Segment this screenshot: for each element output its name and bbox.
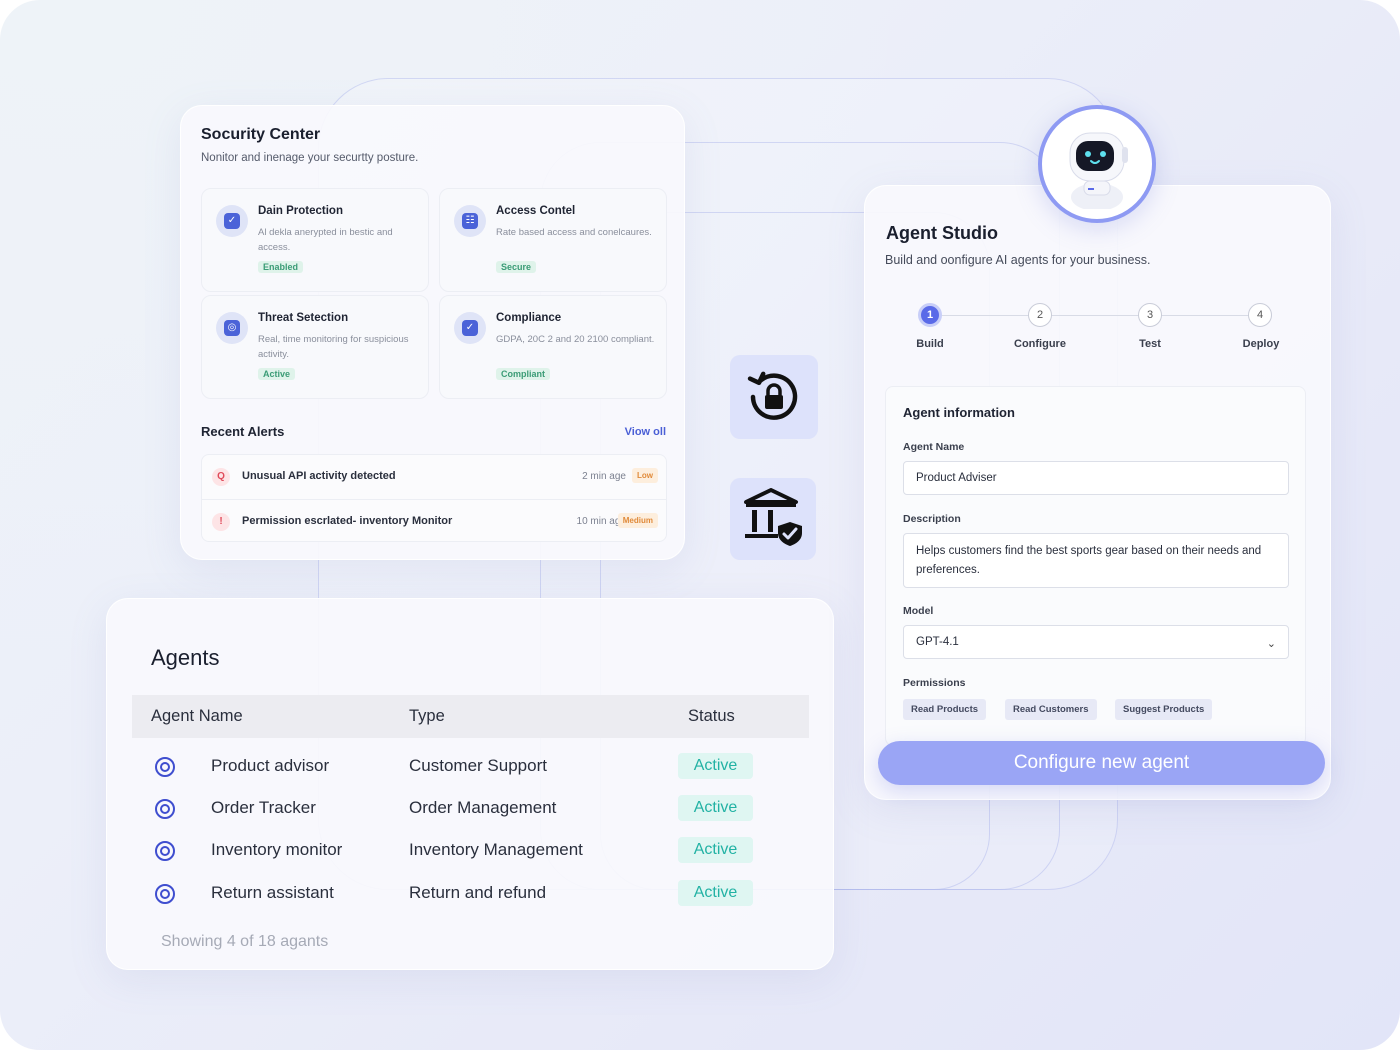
security-subtitle: Nonitor and inenage your securtty postur…: [201, 152, 419, 164]
agent-icon: [155, 799, 175, 819]
robot-avatar: [1038, 105, 1156, 223]
alert-severity-tag: Medium: [617, 513, 658, 528]
step-1-circle[interactable]: 1: [918, 303, 942, 327]
description-textarea[interactable]: Helps customers find the best sports gea…: [903, 533, 1289, 588]
table-row[interactable]: Inventory monitor Inventory Management A…: [132, 833, 809, 875]
agents-count-footer: Showing 4 of 18 agants: [161, 933, 329, 950]
table-row[interactable]: Return assistant Return and refund Activ…: [132, 876, 809, 918]
model-select[interactable]: GPT-4.1 ⌄: [903, 625, 1289, 659]
status-badge: Enabled: [258, 261, 304, 273]
tile-compliance[interactable]: ✓ Compliance GDPA, 20C 2 and 20 2100 com…: [439, 295, 667, 399]
model-value: GPT-4.1: [916, 636, 959, 648]
agent-name: Inventory monitor: [211, 840, 343, 859]
tile-desc: Al dekla anerypted in bestic and access.: [258, 227, 393, 253]
agent-name-input[interactable]: Product Adviser: [903, 461, 1289, 495]
bank-shield-icon: [744, 488, 802, 546]
status-badge: Secure: [496, 261, 537, 273]
tile-access-control[interactable]: ☷ Access Contel Rate based access and co…: [439, 188, 667, 292]
step-2-label: Configure: [1014, 338, 1066, 350]
status-badge: Active: [678, 753, 753, 779]
form-heading: Agent information: [903, 405, 1015, 420]
tile-desc: Real, time monitoring for suspicious act…: [258, 334, 409, 360]
security-title: Socurity Center: [201, 126, 321, 143]
alert-text: Permission escrlated- inventory Monitor: [242, 515, 453, 527]
lock-reset-icon: [747, 371, 798, 420]
configure-new-agent-button[interactable]: Configure new agent: [878, 741, 1325, 785]
tile-threat-detection[interactable]: ◎ Threat Setection Real, time monitoring…: [201, 295, 429, 399]
robot-icon: [1069, 132, 1128, 209]
recent-alerts-title: Recent Alerts: [201, 424, 285, 439]
canvas-background: Socurity Center Nonitor and inenage your…: [0, 0, 1400, 1050]
alert-icon: Q: [212, 468, 230, 486]
step-4-circle[interactable]: 4: [1248, 303, 1272, 327]
agent-name: Return assistant: [211, 883, 334, 902]
tile-data-protection[interactable]: ✓ Dain Protection Al dekla anerypted in …: [201, 188, 429, 292]
agent-studio-panel: Agent Studio Build and oonfigure AI agen…: [864, 185, 1331, 800]
agent-info-form: Agent information Agent Name Product Adv…: [885, 386, 1306, 746]
alert-severity-tag: Low: [632, 468, 658, 483]
status-badge: Active: [678, 837, 753, 863]
users-icon: ☷: [454, 205, 486, 237]
tile-title: Compliance: [496, 312, 562, 324]
tile-desc: GDPA, 20C 2 and 20 2100 compliant.: [496, 334, 655, 345]
table-header: Agent Name Type Status: [132, 695, 809, 738]
step-2-circle[interactable]: 2: [1028, 303, 1052, 327]
status-badge: Active: [678, 880, 753, 906]
agents-title: Agents: [151, 645, 220, 670]
status-badge: Active: [678, 795, 753, 821]
shield-icon: ✓: [216, 205, 248, 237]
alerts-list: Q Unusual API activity detected 2 min ag…: [201, 454, 667, 542]
stepper-line: [930, 315, 1260, 316]
description-label: Description: [903, 513, 961, 525]
tile-title: Access Contel: [496, 205, 576, 217]
document-check-icon: ✓: [454, 312, 486, 344]
alert-item[interactable]: ! Permission escrlated- inventory Monito…: [202, 499, 666, 543]
agents-panel: Agents Agent Name Type Status Product ad…: [106, 598, 834, 970]
agent-icon: [155, 884, 175, 904]
agent-name: Product advisor: [211, 756, 330, 775]
agent-type: Order Management: [409, 798, 557, 817]
permissions-label: Permissions: [903, 677, 966, 689]
agent-type: Inventory Management: [409, 840, 583, 859]
radar-icon: ◎: [216, 312, 248, 344]
agent-name: Order Tracker: [211, 798, 316, 817]
column-header-agent-name[interactable]: Agent Name: [151, 707, 243, 726]
studio-subtitle: Build and oonfigure AI agents for your b…: [885, 253, 1151, 267]
tile-title: Dain Protection: [258, 205, 343, 217]
step-3-circle[interactable]: 3: [1138, 303, 1162, 327]
agent-icon: [155, 757, 175, 777]
alert-icon: !: [212, 513, 230, 531]
restore-lock-button[interactable]: [730, 355, 818, 439]
status-badge: Active: [258, 368, 296, 380]
status-badge: Compliant: [496, 368, 550, 380]
step-4-label: Deploy: [1242, 338, 1280, 350]
bank-security-button[interactable]: [730, 478, 816, 560]
column-header-status[interactable]: Status: [688, 707, 735, 726]
permission-chip[interactable]: Suggest Products: [1115, 699, 1213, 720]
alert-time: 2 min age: [582, 471, 626, 482]
alert-item[interactable]: Q Unusual API activity detected 2 min ag…: [202, 455, 666, 499]
table-row[interactable]: Order Tracker Order Management Active: [132, 791, 809, 833]
security-center-panel: Socurity Center Nonitor and inenage your…: [180, 105, 685, 560]
agent-icon: [155, 841, 175, 861]
tile-desc: Rate based access and conelcaures.: [496, 227, 652, 238]
view-all-link[interactable]: Viow oll: [625, 426, 666, 438]
permission-chip[interactable]: Read Products: [903, 699, 987, 720]
model-label: Model: [903, 605, 934, 617]
permission-chip[interactable]: Read Customers: [1005, 699, 1097, 720]
agent-name-label: Agent Name: [903, 441, 965, 453]
alert-text: Unusual API activity detected: [242, 470, 396, 482]
agent-type: Customer Support: [409, 756, 547, 775]
agent-type: Return and refund: [409, 883, 547, 902]
step-1-label: Build: [916, 338, 944, 350]
step-3-label: Test: [1139, 338, 1161, 350]
column-header-type[interactable]: Type: [409, 707, 445, 726]
chevron-down-icon: ⌄: [1266, 638, 1276, 650]
studio-title: Agent Studio: [886, 223, 998, 243]
table-row[interactable]: Product advisor Customer Support Active: [132, 749, 809, 791]
tile-title: Threat Setection: [258, 312, 349, 324]
